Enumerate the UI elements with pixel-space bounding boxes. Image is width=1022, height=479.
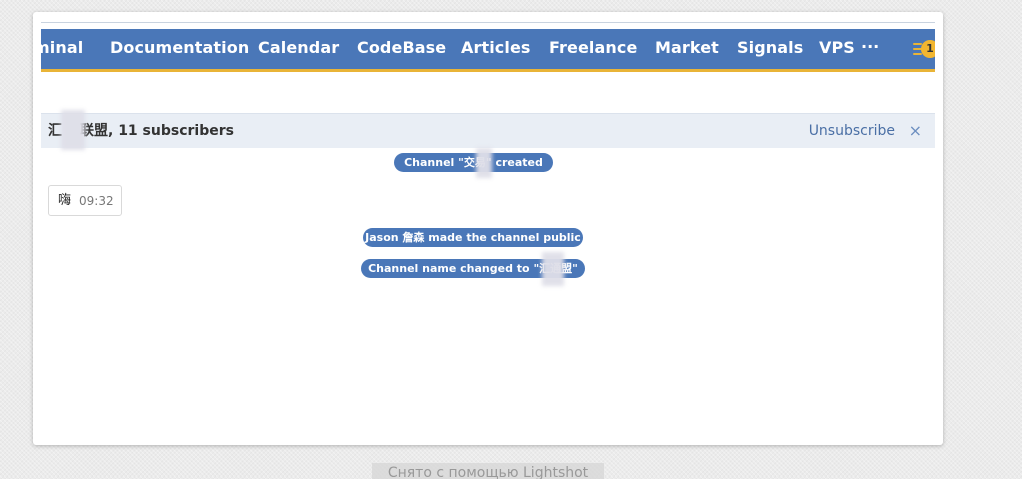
more-menu-icon[interactable]: ··· — [861, 29, 879, 69]
nav-item-market[interactable]: Market — [655, 29, 719, 69]
nav-item-terminal[interactable]: minal — [41, 29, 83, 69]
close-icon[interactable]: × — [909, 114, 922, 147]
chat-card: minal Documentation Calendar CodeBase Ar… — [33, 12, 943, 445]
screenshot-caption: Снято с помощью Lightshot — [372, 463, 604, 479]
nav-item-documentation[interactable]: Documentation — [110, 29, 249, 69]
redaction-blur — [542, 252, 564, 286]
channel-title-prefix: 汇 — [48, 123, 62, 139]
channel-header: 汇 联盟, 11 subscribers Unsubscribe × — [41, 110, 935, 150]
message-bubble[interactable]: 嗨 09:32 — [48, 185, 122, 216]
event-channel-created: Channel "交易" created — [394, 153, 553, 172]
nav-item-signals[interactable]: Signals — [737, 29, 803, 69]
redaction-blur — [476, 148, 492, 178]
main-navbar: minal Documentation Calendar CodeBase Ar… — [41, 29, 935, 72]
message-text: 嗨 — [58, 193, 72, 208]
nav-item-articles[interactable]: Articles — [461, 29, 531, 69]
notifications-button[interactable]: 1 — [913, 39, 935, 61]
nav-item-codebase[interactable]: CodeBase — [357, 29, 446, 69]
unsubscribe-link[interactable]: Unsubscribe — [809, 114, 895, 148]
channel-title-suffix: 联盟, 11 subscribers — [80, 123, 234, 139]
top-divider — [41, 22, 935, 23]
nav-item-calendar[interactable]: Calendar — [258, 29, 339, 69]
notification-count-badge: 1 — [921, 40, 935, 58]
message-time: 09:32 — [79, 194, 114, 208]
redaction-blur — [61, 110, 85, 150]
nav-item-freelance[interactable]: Freelance — [549, 29, 637, 69]
event-made-public: Jason 詹森 made the channel public — [363, 228, 583, 247]
nav-item-vps[interactable]: VPS — [819, 29, 855, 69]
